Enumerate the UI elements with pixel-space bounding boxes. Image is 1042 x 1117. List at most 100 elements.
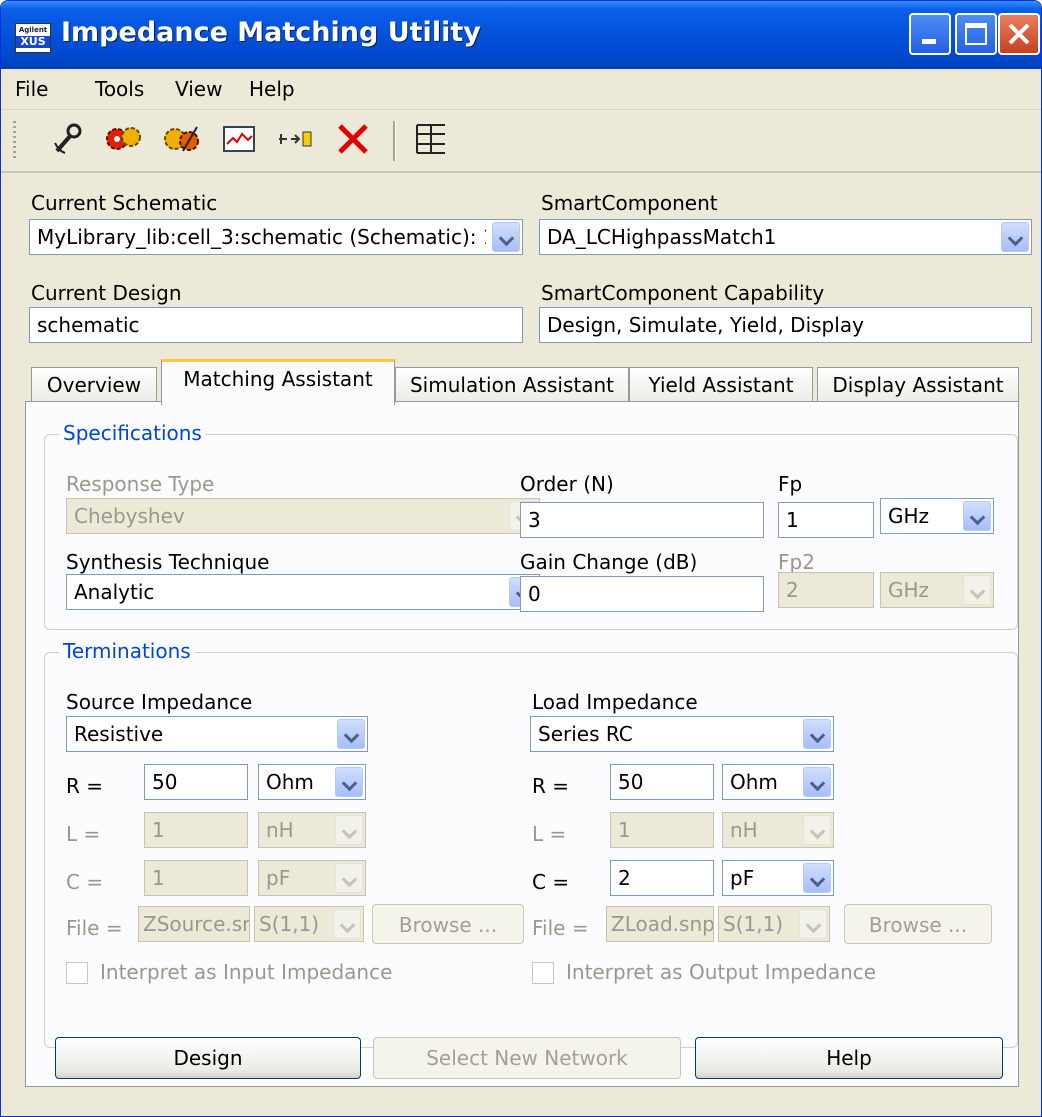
gear-optimize-icon[interactable] (161, 119, 201, 159)
gear-design-icon[interactable] (103, 119, 143, 159)
chevron-down-icon[interactable] (803, 863, 831, 893)
fp-unit-value: GHz (888, 504, 930, 528)
load-c-unit-select[interactable]: pF (722, 860, 834, 896)
chevron-down-icon[interactable] (803, 719, 831, 749)
close-button[interactable] (998, 13, 1040, 55)
window-title: Impedance Matching Utility (61, 17, 481, 48)
gain-change-field[interactable]: 0 (520, 576, 764, 612)
load-r-field[interactable]: 50 (610, 764, 714, 800)
source-c-field[interactable]: 1 (144, 860, 248, 896)
order-label: Order (N) (520, 472, 614, 496)
source-l-field[interactable]: 1 (144, 812, 248, 848)
chevron-down-icon[interactable] (963, 575, 991, 605)
smart-component-select[interactable]: DA_LCHighpassMatch1 (539, 219, 1032, 255)
smart-component-value: DA_LCHighpassMatch1 (547, 225, 777, 249)
fp2-unit-value: GHz (888, 578, 930, 602)
capability-field[interactable]: Design, Simulate, Yield, Display (539, 307, 1032, 343)
current-schematic-select[interactable]: MyLibrary_lib:cell_3:schematic (Schemati… (29, 219, 523, 255)
tab-matching-assistant[interactable]: Matching Assistant (161, 359, 395, 405)
fp-unit-select[interactable]: GHz (880, 498, 994, 534)
menu-view[interactable]: View (175, 77, 222, 101)
fp2-unit-select[interactable]: GHz (880, 572, 994, 608)
minimize-button[interactable] (909, 13, 951, 55)
maximize-button[interactable] (955, 13, 997, 55)
load-file-field[interactable]: ZLoad.snp (606, 906, 714, 942)
fp2-label: Fp2 (778, 550, 815, 574)
tab-overview[interactable]: Overview (31, 367, 157, 403)
load-c-unit-value: pF (730, 866, 755, 890)
source-interpret-checkbox[interactable] (66, 962, 88, 984)
tab-yield-assistant[interactable]: Yield Assistant (629, 367, 813, 403)
response-type-select[interactable]: Chebyshev (66, 498, 540, 534)
source-impedance-select[interactable]: Resistive (66, 716, 368, 752)
graph-display-icon[interactable] (219, 119, 259, 159)
source-l-unit-select[interactable]: nH (258, 812, 366, 848)
load-interpret-label: Interpret as Output Impedance (566, 960, 877, 984)
chevron-down-icon[interactable] (803, 815, 831, 845)
load-file-param-value: S(1,1) (723, 912, 784, 936)
load-c-field[interactable]: 2 (610, 860, 714, 896)
source-c-label: C = (66, 870, 104, 894)
tab-display-assistant[interactable]: Display Assistant (817, 367, 1019, 403)
load-file-param-select[interactable]: S(1,1) (718, 906, 830, 942)
load-r-unit-value: Ohm (730, 770, 778, 794)
grid-layout-icon[interactable] (411, 119, 451, 159)
app-logo-icon: Agilent XUS (15, 23, 51, 53)
chevron-down-icon[interactable] (803, 767, 831, 797)
source-file-label: File = (66, 916, 123, 940)
load-r-unit-select[interactable]: Ohm (722, 764, 834, 800)
fp-field[interactable]: 1 (778, 502, 874, 538)
toolbar-grip (13, 121, 16, 161)
app-window: Agilent XUS Impedance Matching Utility F… (0, 0, 1042, 1117)
menu-tools[interactable]: Tools (95, 77, 144, 101)
synthesis-technique-select[interactable]: Analytic (66, 574, 540, 610)
chevron-down-icon[interactable] (1001, 222, 1029, 252)
load-l-unit-value: nH (730, 818, 758, 842)
response-type-label: Response Type (66, 472, 215, 496)
source-impedance-label: Source Impedance (66, 690, 253, 714)
source-r-unit-value: Ohm (266, 770, 314, 794)
load-impedance-label: Load Impedance (532, 690, 698, 714)
chevron-down-icon[interactable] (337, 719, 365, 749)
source-browse-button[interactable]: Browse ... (372, 904, 524, 944)
load-l-unit-select[interactable]: nH (722, 812, 834, 848)
load-interpret-checkbox[interactable] (532, 962, 554, 984)
delete-x-icon[interactable] (333, 119, 373, 159)
source-file-param-select[interactable]: S(1,1) (254, 906, 364, 942)
load-browse-button[interactable]: Browse ... (844, 904, 992, 944)
chevron-down-icon[interactable] (335, 767, 363, 797)
chevron-down-icon[interactable] (333, 909, 361, 939)
menu-help[interactable]: Help (249, 77, 295, 101)
help-button[interactable]: Help (695, 1037, 1003, 1079)
component-arrow-icon[interactable] (277, 119, 317, 159)
current-design-field[interactable]: schematic (29, 307, 523, 343)
source-r-field[interactable]: 50 (144, 764, 248, 800)
source-r-unit-select[interactable]: Ohm (258, 764, 366, 800)
chevron-down-icon[interactable] (335, 815, 363, 845)
title-bar[interactable]: Agilent XUS Impedance Matching Utility (1, 1, 1041, 69)
fp2-field[interactable]: 2 (778, 572, 874, 608)
load-file-label: File = (532, 916, 589, 940)
chevron-down-icon[interactable] (963, 501, 991, 531)
chevron-down-icon[interactable] (335, 863, 363, 893)
load-r-label: R = (532, 774, 570, 798)
tune-wrench-icon[interactable] (47, 119, 87, 159)
current-design-label: Current Design (31, 281, 182, 305)
select-new-network-button[interactable]: Select New Network (373, 1037, 681, 1079)
chevron-down-icon[interactable] (799, 909, 827, 939)
source-c-unit-select[interactable]: pF (258, 860, 366, 896)
synthesis-technique-label: Synthesis Technique (66, 550, 270, 574)
load-impedance-value: Series RC (538, 722, 633, 746)
order-field[interactable]: 3 (520, 502, 764, 538)
load-l-field[interactable]: 1 (610, 812, 714, 848)
load-l-label: L = (532, 822, 567, 846)
chevron-down-icon[interactable] (492, 222, 520, 252)
source-file-field[interactable]: ZSource.snp (138, 906, 250, 942)
load-impedance-select[interactable]: Series RC (530, 716, 834, 752)
menu-file[interactable]: File (15, 77, 48, 101)
design-button[interactable]: Design (55, 1037, 361, 1079)
app-logo-bottom-text: XUS (16, 36, 50, 48)
capability-label: SmartComponent Capability (541, 281, 825, 305)
tab-simulation-assistant[interactable]: Simulation Assistant (395, 367, 629, 403)
specifications-title: Specifications (59, 421, 206, 445)
